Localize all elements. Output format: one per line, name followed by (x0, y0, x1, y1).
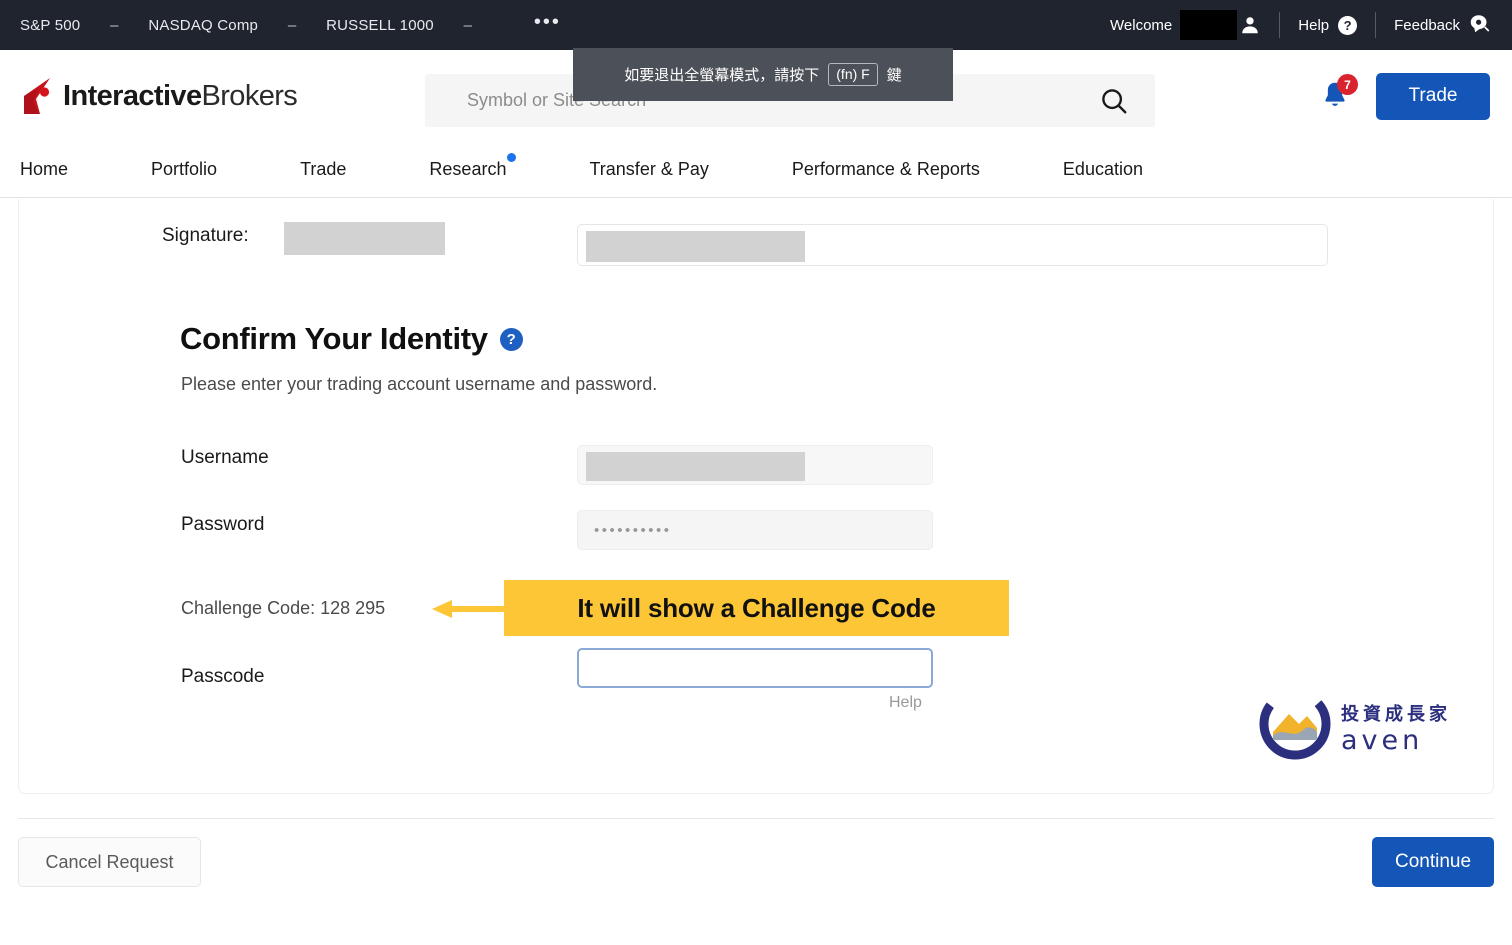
passcode-help-link[interactable]: Help (889, 694, 922, 712)
ticker-item-nasdaq[interactable]: NASDAQ Comp (148, 17, 258, 34)
logo-text-brokers: Brokers (201, 79, 298, 112)
aven-chinese-text: 投資成長家 (1341, 703, 1451, 724)
password-label: Password (181, 514, 265, 535)
challenge-code-text: Challenge Code: 128 295 (181, 598, 386, 618)
section-subtitle: Please enter your trading account userna… (181, 374, 658, 394)
person-icon (1239, 14, 1261, 36)
nav-item-research[interactable]: Research (429, 153, 517, 180)
trade-button[interactable]: Trade (1376, 72, 1490, 120)
question-mark-icon: ? (1338, 15, 1358, 35)
ticker-value-nasdaq: – (287, 16, 297, 34)
signature-input[interactable] (577, 224, 1328, 266)
tooltip-text-after: 鍵 (886, 67, 902, 84)
welcome-label: Welcome (1110, 16, 1173, 34)
help-link[interactable]: Help ? (1298, 15, 1358, 35)
logo-wordmark: InteractiveBrokers (63, 79, 298, 113)
section-heading: Confirm Your Identity ? (180, 321, 523, 357)
nav-item-performance-reports[interactable]: Performance & Reports (792, 159, 980, 180)
username-redacted-block (1180, 10, 1238, 40)
aven-english-text: aven (1341, 724, 1424, 756)
ticker-value-sp500: – (110, 16, 119, 34)
nav-item-transfer-pay[interactable]: Transfer & Pay (589, 159, 708, 180)
username-label: Username (181, 447, 269, 468)
passcode-input[interactable] (577, 648, 933, 688)
password-input[interactable]: •••••••••• (577, 510, 933, 550)
ticker-more-icon[interactable]: ••• (534, 12, 561, 33)
tooltip-key-hint: (fn) F (828, 62, 878, 87)
new-indicator-dot-icon (507, 153, 517, 162)
tooltip-text-before: 如要退出全螢幕模式，請按下 (624, 67, 820, 84)
nav-item-portfolio[interactable]: Portfolio (151, 159, 217, 180)
continue-button[interactable]: Continue (1372, 837, 1494, 887)
ticker-item-sp500[interactable]: S&P 500 (20, 17, 80, 34)
notification-count-badge: 7 (1337, 74, 1358, 95)
user-welcome[interactable]: Welcome (1110, 10, 1261, 40)
signature-input-redacted-value (586, 231, 805, 262)
feedback-link[interactable]: Feedback (1394, 13, 1490, 38)
aven-watermark: 投資成長家 aven (1259, 688, 1451, 765)
nav-items: Home Portfolio Trade Research Transfer &… (0, 153, 1143, 180)
feedback-label: Feedback (1394, 16, 1460, 34)
ticker-item-russell1000[interactable]: RUSSELL 1000 (326, 17, 434, 34)
main-navigation: Home Portfolio Trade Research Transfer &… (0, 142, 1512, 198)
nav-item-trade[interactable]: Trade (300, 159, 346, 180)
divider (1279, 12, 1281, 38)
cancel-request-button[interactable]: Cancel Request (18, 837, 201, 887)
username-input[interactable] (577, 445, 933, 485)
aven-logo-icon (1259, 688, 1331, 765)
ticker-value-russell1000: – (463, 16, 472, 34)
logo-text-interactive: Interactive (63, 79, 202, 112)
nav-item-research-label: Research (429, 159, 507, 179)
signature-label: Signature: (162, 225, 249, 246)
fullscreen-exit-tooltip: 如要退出全螢幕模式，請按下 (fn) F 鍵 (573, 48, 953, 101)
page-title: Confirm Your Identity (180, 321, 488, 356)
market-ticker-bar: S&P 500 – NASDAQ Comp – RUSSELL 1000 – •… (0, 0, 1512, 50)
ticker-bar-right: Welcome Help ? Feedback (1110, 0, 1512, 50)
aven-wordmark: 投資成長家 aven (1341, 700, 1451, 754)
ticker-items: S&P 500 – NASDAQ Comp – RUSSELL 1000 – •… (0, 12, 561, 34)
username-redacted-value (586, 452, 805, 481)
ib-mark-icon (20, 72, 56, 121)
interactive-brokers-logo[interactable]: InteractiveBrokers (0, 72, 298, 121)
chat-bubble-icon (1469, 13, 1490, 38)
annotation-callout: It will show a Challenge Code (504, 580, 1009, 636)
annotation-text: It will show a Challenge Code (577, 592, 936, 623)
divider (1375, 12, 1377, 38)
footer-divider (18, 818, 1494, 819)
search-icon[interactable] (1099, 86, 1155, 116)
help-question-icon[interactable]: ? (499, 327, 523, 351)
password-masked-value: •••••••••• (594, 521, 672, 539)
nav-item-home[interactable]: Home (20, 159, 68, 180)
signature-value-redacted (284, 222, 445, 255)
passcode-label: Passcode (181, 666, 265, 687)
nav-item-education[interactable]: Education (1063, 159, 1143, 180)
help-label: Help (1298, 16, 1330, 34)
annotation-arrow-icon (432, 600, 510, 618)
notifications-button[interactable]: 7 (1320, 74, 1358, 112)
header-actions: 7 Trade (1320, 50, 1490, 142)
